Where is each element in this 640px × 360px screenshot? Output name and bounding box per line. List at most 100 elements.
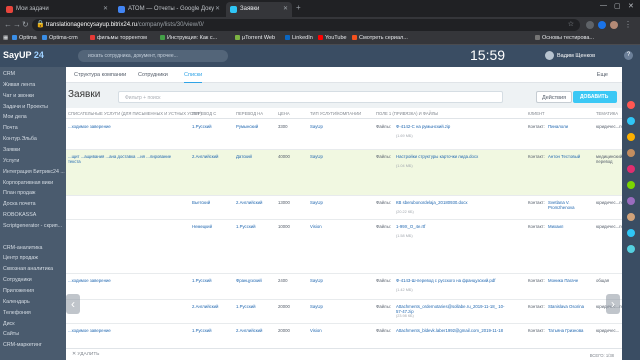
apps-grid-icon[interactable]: ▦ (3, 35, 8, 41)
bookmark-item[interactable]: Optima-crm (42, 35, 78, 41)
file-link[interactable]: Ф-4142-С на румынский.zip (396, 124, 506, 129)
sidebar-item[interactable]: Доска почета (3, 201, 36, 207)
filter-search-input[interactable]: Фильтр + поиск (118, 91, 503, 103)
from-language-cell[interactable]: 1.Русский (192, 278, 212, 283)
scroll-left-arrow-icon[interactable]: ‹ (66, 294, 80, 314)
close-tab-icon[interactable]: ✕ (215, 5, 220, 12)
notifications-icon[interactable] (627, 101, 635, 109)
file-link[interactable]: Attachments_bldevk.laber1992@gmail.com_2… (396, 328, 506, 333)
clock[interactable]: 15:59 (470, 47, 505, 63)
client-link[interactable]: Svetlana V. Promzhenova (548, 200, 592, 210)
client-link[interactable]: Моника Пагаче (548, 278, 592, 283)
bookmark-item[interactable]: Смотреть сериал... (352, 35, 408, 41)
telephony-icon[interactable] (627, 245, 635, 253)
from-language-cell[interactable]: 1.Русский (192, 124, 212, 129)
close-tab-icon[interactable]: ✕ (103, 5, 108, 12)
sidebar-item[interactable]: Scriptgenerator - скрип... (3, 223, 62, 229)
file-link[interactable]: Ф-4143-Ш-перевод с русского на французск… (396, 278, 506, 283)
add-button[interactable]: ДОБАВИТЬ (573, 91, 617, 103)
table-row[interactable]: Вьетский 2.Английский 13000 SayUp Файлы: КВ s… (66, 196, 622, 220)
to-language-cell[interactable]: Французский (236, 278, 262, 283)
sidebar-item[interactable]: Услуги (3, 158, 19, 164)
column-header[interactable]: ЦЕНА (278, 111, 290, 116)
bookmark-star-icon[interactable]: ☆ (568, 20, 574, 28)
sidebar-item[interactable]: CRM-аналитика (3, 245, 42, 251)
column-header[interactable]: ТИП УСЛУГИ/КОМПАНИИ (310, 111, 361, 116)
table-row[interactable]: ...щит ...ащивания ...ана доставка ...ия… (66, 150, 622, 196)
user-contact-icon[interactable] (627, 181, 635, 189)
table-row[interactable]: Немецкий 1.Русский 10000 Vision Файлы: 1-99X_… (66, 220, 622, 274)
close-tab-icon[interactable]: ✕ (283, 5, 288, 12)
sidebar-item[interactable]: Сотрудники (3, 277, 32, 283)
extension-icon[interactable] (586, 21, 594, 29)
portal-logo[interactable]: SayUP 24 (3, 50, 44, 60)
from-language-cell[interactable]: 1.Русский (192, 328, 212, 333)
file-link[interactable]: КВ sberubonordelaja_20180930.docx (396, 200, 506, 205)
browser-tab-requests[interactable]: Заявки ✕ (226, 2, 292, 17)
table-row[interactable]: ...ходимое заверение 1.Русский Румынский 33… (66, 120, 622, 150)
column-header[interactable]: ПЕРЕВОД С (192, 111, 216, 116)
from-language-cell[interactable]: Вьетский (192, 200, 210, 205)
minimize-window-icon[interactable]: — (600, 2, 607, 9)
column-header[interactable]: ТЕМАТИКА (596, 111, 618, 116)
sidebar-item[interactable]: Диск (3, 321, 15, 327)
to-language-cell[interactable]: Румынский (236, 124, 258, 129)
actions-dropdown[interactable]: Действия (536, 91, 572, 103)
forward-arrow-icon[interactable]: → (13, 20, 21, 29)
to-language-cell[interactable]: 1.Русский (236, 224, 256, 229)
sidebar-item[interactable]: Телефония (3, 310, 31, 316)
user-contact-icon[interactable] (627, 213, 635, 221)
sidebar-item[interactable]: Приложения (3, 288, 34, 294)
more-menu[interactable]: Еще (597, 72, 608, 78)
chat-icon[interactable] (627, 117, 635, 125)
scroll-right-arrow-icon[interactable]: › (606, 294, 620, 314)
column-header[interactable]: СПИСАТЕЛЬНЫЕ УСЛУГИ (ДЛЯ ПИСЬМЕННЫХ И УС… (68, 111, 202, 116)
service-type-cell[interactable]: SayUp (310, 124, 323, 129)
close-window-icon[interactable]: ✕ (628, 2, 634, 10)
sidebar-item[interactable]: Сквозная аналитика (3, 266, 53, 272)
user-name[interactable]: Вадим Щенков (557, 53, 595, 59)
bookmark-item[interactable]: μTorrent Web (235, 35, 275, 41)
user-avatar[interactable] (545, 51, 554, 60)
service-cell[interactable]: ...ходимое заверение (68, 124, 178, 129)
sidebar-item[interactable]: Календарь (3, 299, 30, 305)
sidebar-item[interactable]: CRM-маркетинг (3, 342, 42, 348)
sidebar-item[interactable]: Интеграция Битрикс24 ... (3, 169, 65, 175)
reload-icon[interactable]: ↻ (22, 20, 29, 29)
column-header[interactable]: ПЕРЕВОД НА (236, 111, 263, 116)
to-language-cell[interactable]: 2.Английский (236, 328, 262, 333)
sidebar-item[interactable]: Живая лента (3, 82, 35, 88)
sidebar-item[interactable]: Мои дела (3, 114, 27, 120)
file-link[interactable]: 1-99X_О_4е.rtf (396, 224, 506, 229)
file-link[interactable]: Настройки структуры карточки лида.docx (396, 154, 506, 159)
bookmark-item[interactable]: фильмы торрентом (90, 35, 147, 41)
client-link[interactable]: Пиналоли (548, 124, 592, 129)
tab-employees[interactable]: Сотрудники (138, 72, 168, 78)
client-link[interactable]: Михаил (548, 224, 592, 229)
sidebar-item[interactable]: Контур.Эльба (3, 136, 37, 142)
new-tab-button[interactable]: + (296, 3, 301, 12)
service-type-cell[interactable]: Vision (310, 328, 322, 333)
contact-icon[interactable] (627, 133, 635, 141)
open-lines-icon[interactable] (627, 229, 635, 237)
tab-lists[interactable]: Списки (184, 72, 203, 83)
service-cell[interactable]: ...ходимое заверение (68, 328, 178, 333)
service-cell[interactable]: ...щит ...ащивания ...ана доставка ...ия… (68, 154, 178, 164)
browser-menu-icon[interactable]: ⋮ (624, 20, 632, 29)
profile-avatar-icon[interactable] (610, 21, 618, 29)
browser-tab-tasks[interactable]: Мои задачи ✕ (2, 2, 112, 17)
service-type-cell[interactable]: Vision (310, 224, 322, 229)
bookmark-item[interactable]: Инструкция: Как с... (160, 35, 217, 41)
column-header[interactable]: КЛИЕНТ (528, 111, 545, 116)
back-arrow-icon[interactable]: ← (4, 20, 12, 29)
sidebar-item[interactable]: Заявки (3, 147, 20, 153)
delete-button[interactable]: ✕ УДАЛИТЬ (72, 352, 99, 357)
sidebar-item[interactable]: Почта (3, 125, 18, 131)
browser-tab-docs[interactable]: АТОМ — Отчеты - Google Доку ✕ (114, 2, 224, 17)
client-link[interactable]: Татьяна Гризнова (548, 328, 592, 333)
to-language-cell[interactable]: 1.Русский (236, 304, 256, 309)
bookmark-item[interactable]: YouTube (318, 35, 347, 41)
from-language-cell[interactable]: 2.Английский (192, 304, 218, 309)
tab-company-structure[interactable]: Структура компании (74, 72, 126, 78)
to-language-cell[interactable]: 2.Английский (236, 200, 262, 205)
